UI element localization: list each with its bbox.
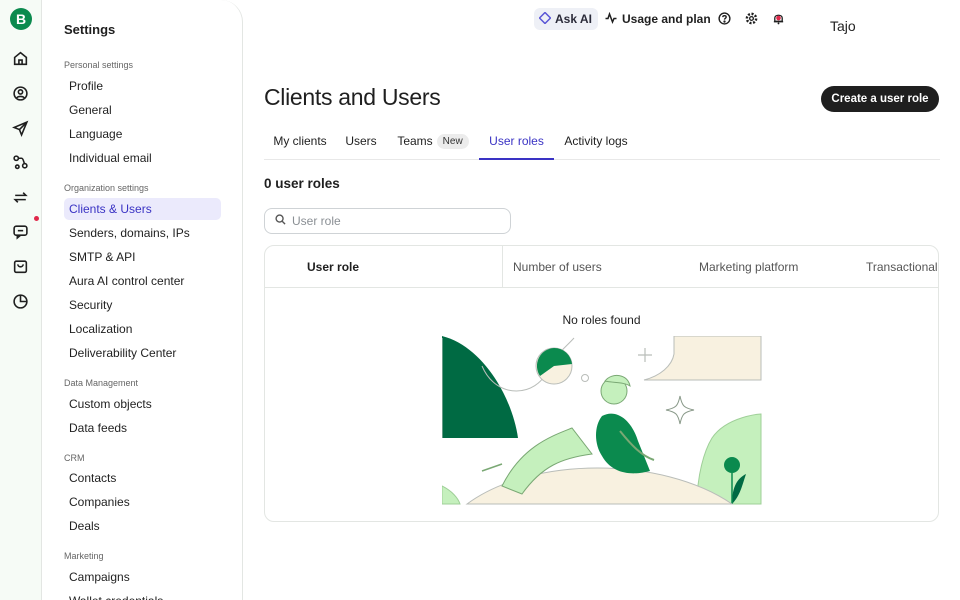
sidebar-item-language[interactable]: Language (64, 123, 221, 145)
search-icon (275, 212, 286, 230)
transactional-icon[interactable] (12, 189, 29, 206)
notification-dot (34, 216, 39, 221)
column-user-role[interactable]: User role (307, 246, 359, 288)
tab-user-roles[interactable]: User roles (479, 124, 554, 160)
app-nav-rail: B (0, 0, 42, 600)
user-roles-table: User role Number of users Marketing plat… (264, 245, 939, 522)
tab-my-clients[interactable]: My clients (264, 124, 336, 160)
sidebar-item-deliverability[interactable]: Deliverability Center (64, 342, 221, 364)
empty-state-illustration (442, 336, 762, 505)
empty-state-text: No roles found (562, 313, 641, 327)
roles-count: 0 user roles (264, 176, 340, 191)
tab-teams[interactable]: Teams New (392, 124, 474, 160)
column-transactional[interactable]: Transactional (866, 246, 938, 288)
gear-icon[interactable] (744, 11, 758, 25)
ask-ai-label: Ask AI (555, 12, 592, 26)
tab-activity-logs[interactable]: Activity logs (558, 124, 634, 160)
sidebar-group-personal: Personal settings (64, 60, 134, 70)
activity-icon (605, 11, 617, 27)
tab-bar: My clients Users Teams New User roles Act… (264, 124, 940, 160)
sidebar-group-organization: Organization settings (64, 183, 149, 193)
sparkle-icon (538, 10, 552, 27)
sidebar-item-senders[interactable]: Senders, domains, IPs (64, 222, 221, 244)
ask-ai-button[interactable]: Ask AI (534, 8, 598, 30)
sidebar-group-crm: CRM (64, 453, 85, 463)
sidebar-item-deals[interactable]: Deals (64, 515, 221, 537)
sidebar-item-general[interactable]: General (64, 99, 221, 121)
sidebar-item-wallet[interactable]: Wallet credentials (64, 590, 221, 600)
sidebar-item-localization[interactable]: Localization (64, 318, 221, 340)
user-name[interactable]: Tajo (830, 18, 856, 34)
contacts-icon[interactable] (12, 85, 29, 102)
reports-icon[interactable] (12, 293, 29, 310)
home-icon[interactable] (12, 50, 29, 67)
new-badge: New (436, 134, 469, 149)
sidebar-title: Settings (64, 22, 116, 37)
automation-icon[interactable] (12, 154, 29, 171)
usage-plan-button[interactable]: Usage and plan (605, 8, 711, 30)
sidebar-item-clients-users[interactable]: Clients & Users (64, 198, 221, 220)
sidebar-item-custom-objects[interactable]: Custom objects (64, 393, 221, 415)
sidebar-item-contacts[interactable]: Contacts (64, 467, 221, 489)
sidebar-group-marketing: Marketing (64, 551, 104, 561)
brand-logo[interactable]: B (10, 8, 32, 30)
sidebar-item-profile[interactable]: Profile (64, 75, 221, 97)
create-user-role-button[interactable]: Create a user role (821, 86, 939, 112)
sidebar-item-security[interactable]: Security (64, 294, 221, 316)
column-number-of-users[interactable]: Number of users (513, 246, 602, 288)
sidebar-item-campaigns[interactable]: Campaigns (64, 566, 221, 588)
usage-plan-label: Usage and plan (622, 12, 711, 26)
page-title: Clients and Users (264, 84, 441, 110)
search-input[interactable] (292, 214, 492, 228)
sidebar-item-data-feeds[interactable]: Data feeds (64, 417, 221, 439)
bell-icon[interactable] (771, 11, 785, 25)
settings-sidebar: Settings Personal settings Profile Gener… (42, 0, 243, 600)
tab-teams-label: Teams (397, 134, 433, 148)
conversations-icon[interactable] (12, 223, 29, 240)
tab-users[interactable]: Users (338, 124, 384, 160)
sidebar-item-individual-email[interactable]: Individual email (64, 147, 221, 169)
column-marketing-platform[interactable]: Marketing platform (699, 246, 798, 288)
sidebar-group-data: Data Management (64, 378, 139, 388)
help-icon[interactable] (717, 11, 731, 25)
search-box (264, 208, 511, 234)
sidebar-item-companies[interactable]: Companies (64, 491, 221, 513)
ecommerce-icon[interactable] (12, 258, 29, 275)
sidebar-item-aura[interactable]: Aura AI control center (64, 270, 221, 292)
sidebar-item-smtp-api[interactable]: SMTP & API (64, 246, 221, 268)
table-header: User role Number of users Marketing plat… (265, 246, 938, 288)
send-icon[interactable] (12, 120, 29, 137)
column-divider[interactable] (502, 246, 503, 288)
